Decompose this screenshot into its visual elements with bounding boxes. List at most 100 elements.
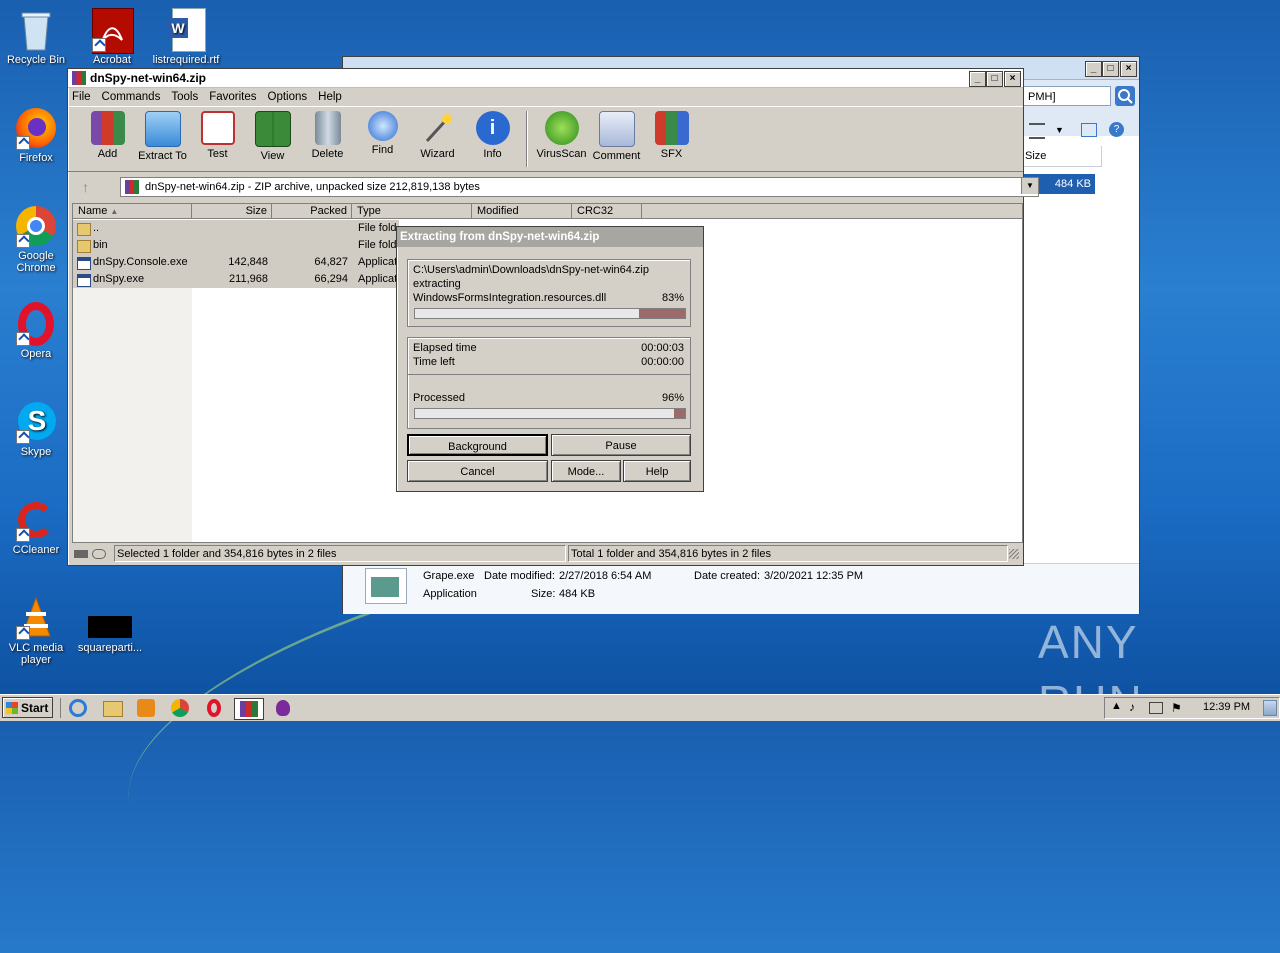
details-created-value: 3/20/2021 12:35 PM	[764, 570, 864, 582]
desktop-icon-label: Skype	[20, 446, 52, 458]
column-size[interactable]: Size	[192, 204, 272, 219]
minimize-icon[interactable]: _	[969, 71, 986, 87]
wizard-icon	[421, 111, 455, 145]
extract-to-button[interactable]: Extract To	[135, 107, 190, 162]
comment-button[interactable]: Comment	[589, 107, 644, 162]
internet-explorer-icon[interactable]	[68, 698, 90, 718]
opera-taskbar-icon[interactable]	[204, 698, 226, 718]
table-row[interactable]: dnSpy.exe 211,968 66,294 Applicat	[73, 271, 399, 288]
table-row[interactable]: bin File fold	[73, 237, 399, 254]
info-label: Info	[483, 148, 502, 160]
maximize-icon[interactable]: □	[986, 71, 1003, 87]
media-player-icon[interactable]	[136, 698, 158, 718]
desktop-icon-recycle-bin[interactable]: Recycle Bin	[0, 8, 72, 66]
chrome-icon	[14, 204, 58, 248]
menu-options[interactable]: Options	[268, 91, 308, 103]
resize-grip-icon[interactable]	[1009, 549, 1019, 559]
test-button[interactable]: Test	[190, 107, 245, 160]
maximize-icon[interactable]: □	[1102, 61, 1119, 77]
mode-button[interactable]: Mode...	[551, 460, 621, 482]
table-row[interactable]: .. File fold	[73, 220, 399, 237]
views-icon[interactable]	[1029, 123, 1045, 139]
delete-button[interactable]: Delete	[300, 107, 355, 160]
processed-label: Processed	[413, 392, 465, 404]
virusscan-button[interactable]: VirusScan	[534, 107, 589, 160]
search-input[interactable]: PMH]	[1023, 86, 1111, 106]
menu-tools[interactable]: Tools	[171, 91, 198, 103]
explorer-folder-icon[interactable]	[102, 698, 124, 718]
show-desktop-icon[interactable]	[1263, 700, 1277, 716]
address-text: dnSpy-net-win64.zip - ZIP archive, unpac…	[145, 181, 480, 193]
size-column-header[interactable]: Size	[1023, 146, 1102, 167]
chrome-taskbar-icon[interactable]	[170, 698, 192, 718]
chevron-down-icon[interactable]: ▼	[1021, 178, 1038, 194]
start-button[interactable]: Start	[2, 697, 53, 718]
chevron-down-icon[interactable]: ▼	[1055, 125, 1064, 135]
desktop-icon-label: VLC media player	[8, 642, 64, 666]
help-button[interactable]: Help	[623, 460, 691, 482]
volume-icon[interactable]: ♪	[1129, 700, 1135, 714]
column-modified[interactable]: Modified	[472, 204, 572, 219]
search-icon[interactable]	[1115, 86, 1135, 106]
desktop-icon-squareparti[interactable]: squareparti...	[74, 614, 146, 654]
desktop-icon-vlc[interactable]: VLC media player	[0, 596, 72, 666]
add-button[interactable]: Add	[80, 107, 135, 160]
desktop-icon-listrequired[interactable]: W listrequired.rtf	[150, 8, 222, 66]
winrar-taskbar-icon[interactable]	[234, 698, 264, 720]
background-button[interactable]: Background	[407, 434, 548, 456]
preview-pane-icon[interactable]	[1081, 123, 1097, 137]
grape-app-icon[interactable]	[272, 698, 294, 718]
desktop-icon-label: Opera	[20, 348, 52, 360]
minimize-icon[interactable]: _	[1085, 61, 1102, 77]
column-type[interactable]: Type	[352, 204, 472, 219]
clock[interactable]: 12:39 PM	[1203, 701, 1250, 713]
sfx-button[interactable]: SFX	[644, 107, 699, 160]
find-icon	[367, 111, 398, 141]
total-progress-bar	[414, 408, 686, 419]
menu-file[interactable]: File	[72, 91, 91, 103]
extract-dialog[interactable]: Extracting from dnSpy-net-win64.zip C:\U…	[396, 226, 704, 492]
up-arrow-icon[interactable]: ↑	[82, 179, 104, 195]
cancel-button[interactable]: Cancel	[407, 460, 548, 482]
row-type: File fold	[358, 239, 397, 251]
find-button[interactable]: Find	[355, 107, 410, 156]
desktop-icon-skype[interactable]: S Skype	[0, 400, 72, 458]
wizard-button[interactable]: Wizard	[410, 107, 465, 160]
sort-ascending-icon: ▲	[110, 207, 119, 216]
table-row[interactable]: dnSpy.Console.exe 142,848 64,827 Applica…	[73, 254, 399, 271]
network-icon[interactable]	[1149, 702, 1163, 714]
system-tray: ▲ ♪ ⚑ 12:39 PM	[1104, 697, 1280, 719]
info-button[interactable]: i Info	[465, 107, 520, 160]
comment-label: Comment	[592, 150, 641, 162]
help-icon[interactable]: ?	[1109, 122, 1124, 137]
test-label: Test	[207, 148, 228, 160]
pause-button[interactable]: Pause	[551, 434, 691, 456]
address-field[interactable]: dnSpy-net-win64.zip - ZIP archive, unpac…	[120, 177, 1039, 197]
time-group: Elapsed time 00:00:03 Time left 00:00:00…	[407, 337, 691, 429]
drive-icon[interactable]	[74, 548, 110, 560]
row-name: bin	[93, 239, 108, 251]
desktop-icon-firefox[interactable]: Firefox	[0, 106, 72, 164]
menu-commands[interactable]: Commands	[102, 91, 161, 103]
column-crc32[interactable]: CRC32	[572, 204, 642, 219]
column-name[interactable]: Name ▲	[73, 204, 192, 219]
show-hidden-icons-icon[interactable]: ▲	[1111, 700, 1122, 712]
desktop-icon-chrome[interactable]: Google Chrome	[0, 204, 72, 274]
menu-help[interactable]: Help	[318, 91, 342, 103]
desktop-icon-ccleaner[interactable]: CCleaner	[0, 498, 72, 556]
winrar-titlebar[interactable]: dnSpy-net-win64.zip	[68, 69, 1023, 88]
add-label: Add	[97, 148, 118, 160]
desktop-icon-opera[interactable]: Opera	[0, 302, 72, 360]
menu-favorites[interactable]: Favorites	[209, 91, 256, 103]
close-icon[interactable]: ×	[1004, 71, 1021, 87]
dialog-titlebar[interactable]: Extracting from dnSpy-net-win64.zip	[397, 227, 703, 247]
time-left-label: Time left	[413, 356, 455, 368]
action-center-flag-icon[interactable]: ⚑	[1171, 701, 1182, 715]
shortcut-arrow-icon	[16, 626, 30, 640]
close-icon[interactable]: ×	[1120, 61, 1137, 77]
shortcut-arrow-icon	[16, 332, 30, 346]
view-button[interactable]: View	[245, 107, 300, 162]
desktop-icon-acrobat[interactable]: Acrobat	[76, 8, 148, 66]
row-type: Applicat	[358, 256, 398, 268]
column-packed[interactable]: Packed	[272, 204, 352, 219]
